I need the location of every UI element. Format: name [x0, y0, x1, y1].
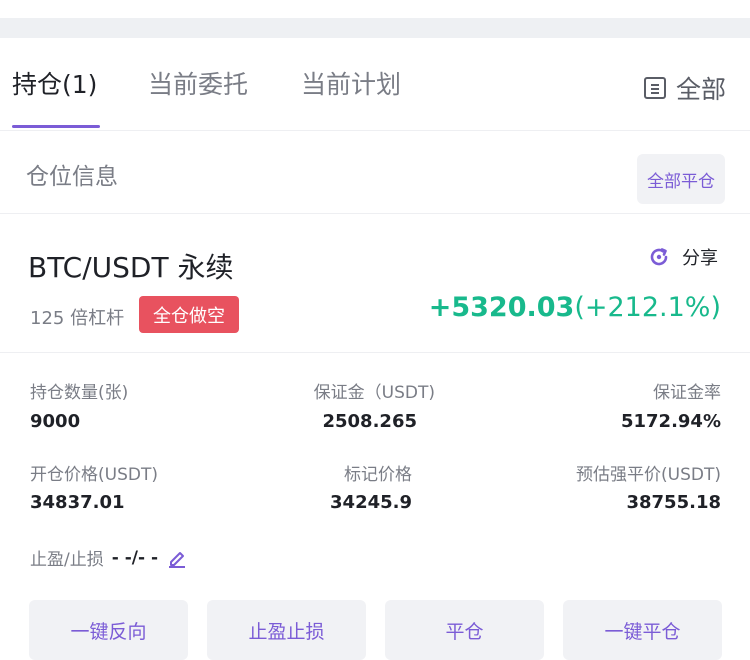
pnl-value: +5320.03	[428, 292, 575, 323]
one-click-close-button[interactable]: 一键平仓	[563, 600, 722, 660]
metric-label: 保证金（USDT)	[313, 383, 435, 403]
metric-value: 5172.94%	[620, 411, 721, 432]
leverage-label: 125 倍杠杆	[30, 308, 125, 329]
tpsl-button[interactable]: 止盈止损	[207, 600, 366, 660]
unrealized-pnl: +5320.03(+212.1%)	[429, 292, 721, 323]
share-label: 分享	[682, 248, 718, 269]
tpsl-row: 止盈/止损 - -/- -	[30, 545, 188, 570]
pnl-percent: (+212.1%)	[574, 292, 721, 323]
position-info-header: 仓位信息 全部平仓	[0, 131, 750, 214]
tab-plan-orders[interactable]: 当前计划	[301, 70, 401, 100]
metric-value: 2508.265	[322, 411, 417, 432]
top-strip	[0, 0, 750, 38]
tpsl-value: - -/- -	[111, 547, 159, 568]
symbol-title: BTC/USDT 永续	[28, 251, 234, 284]
card-divider	[0, 352, 750, 353]
edit-icon[interactable]	[166, 547, 188, 569]
metric-value: 34245.9	[330, 492, 412, 513]
position-info-title: 仓位信息	[26, 164, 118, 190]
metric-value: 34837.01	[30, 492, 125, 513]
list-icon	[643, 77, 666, 99]
top-divider-bar	[0, 18, 750, 38]
metric-value: 9000	[30, 411, 81, 432]
close-all-button[interactable]: 全部平仓	[637, 154, 725, 204]
metric-label: 保证金率	[653, 383, 721, 403]
side-badge: 全仓做空	[139, 296, 239, 333]
share-button[interactable]: 分享	[648, 244, 718, 270]
tpsl-label: 止盈/止损	[30, 550, 104, 570]
metric-label: 持仓数量(张)	[30, 383, 129, 403]
share-icon	[650, 248, 668, 266]
metric-label: 标记价格	[344, 465, 412, 485]
tab-open-orders[interactable]: 当前委托	[148, 70, 248, 100]
tab-bar: 持仓(1) 当前委托 当前计划 全部	[0, 38, 750, 131]
metric-label: 预估强平价(USDT)	[576, 465, 721, 485]
filter-all-label: 全部	[675, 75, 726, 104]
metric-value: 38755.18	[626, 492, 721, 513]
filter-all-button[interactable]: 全部	[643, 70, 726, 106]
tab-positions[interactable]: 持仓(1)	[12, 70, 97, 100]
active-tab-indicator	[12, 125, 100, 128]
reverse-position-button[interactable]: 一键反向	[29, 600, 188, 660]
metric-label: 开仓价格(USDT)	[30, 465, 158, 485]
close-position-button[interactable]: 平仓	[385, 600, 544, 660]
